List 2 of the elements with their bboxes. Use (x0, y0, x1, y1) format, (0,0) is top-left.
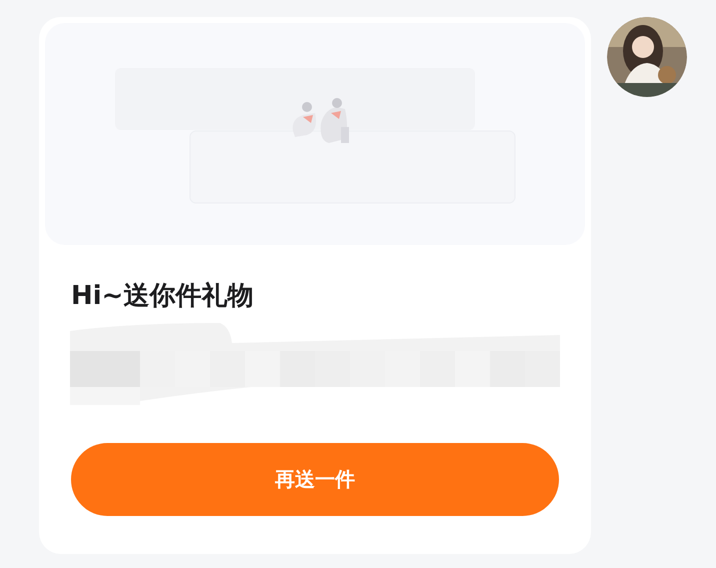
gift-title: Hi~送你件礼物 (71, 280, 254, 313)
send-again-button[interactable]: 再送一件 (71, 443, 559, 516)
